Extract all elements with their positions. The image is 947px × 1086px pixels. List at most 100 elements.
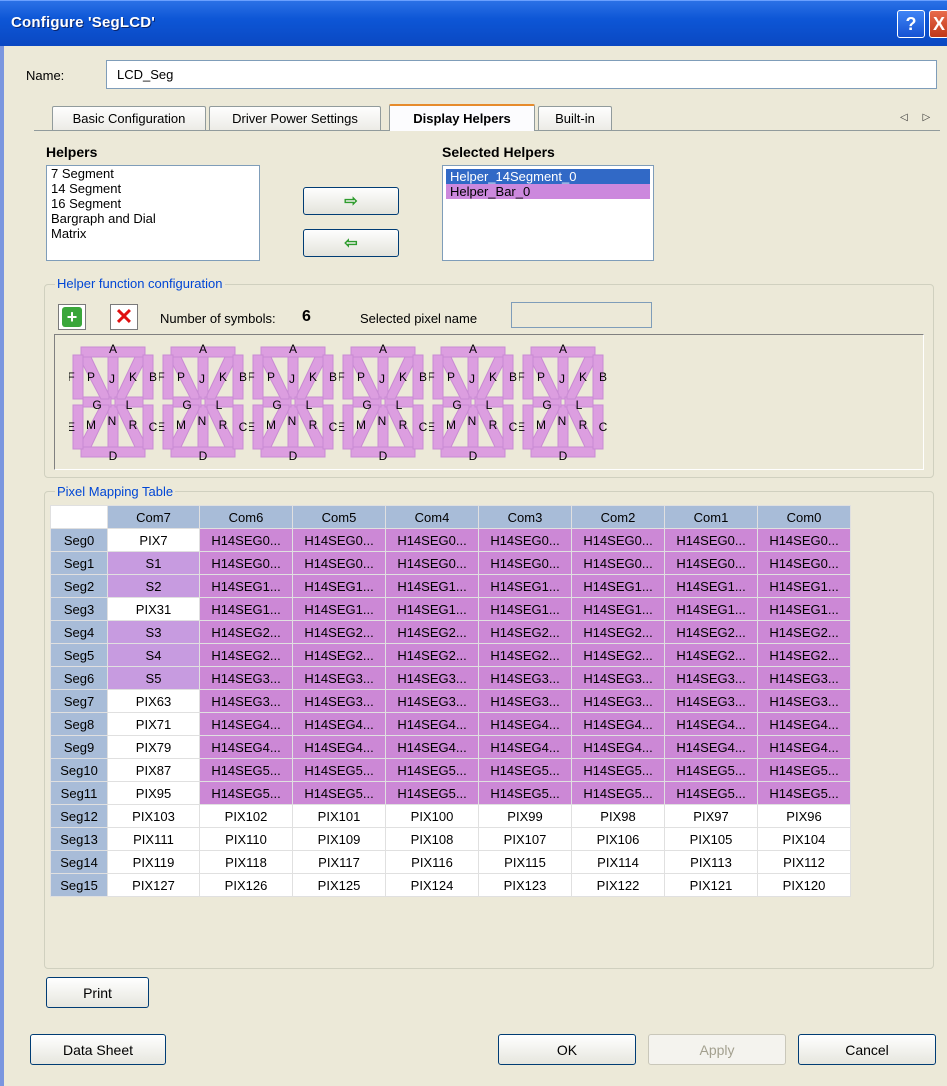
table-cell[interactable]: S4 — [107, 643, 200, 667]
table-cell[interactable]: H14SEG4... — [478, 735, 572, 759]
table-cell[interactable]: H14SEG5... — [571, 781, 665, 805]
table-cell[interactable]: PIX121 — [664, 873, 758, 897]
table-cell[interactable]: H14SEG4... — [199, 712, 293, 736]
list-item[interactable]: Matrix — [47, 226, 259, 241]
table-cell[interactable]: H14SEG5... — [292, 758, 386, 782]
table-cell[interactable]: PIX122 — [571, 873, 665, 897]
table-cell[interactable]: H14SEG1... — [292, 574, 386, 598]
table-cell[interactable]: H14SEG4... — [199, 735, 293, 759]
row-header[interactable]: Seg5 — [50, 643, 108, 667]
table-cell[interactable]: H14SEG1... — [757, 597, 851, 621]
table-cell[interactable]: H14SEG0... — [478, 551, 572, 575]
table-cell[interactable]: H14SEG5... — [478, 758, 572, 782]
tab-basic-configuration[interactable]: Basic Configuration — [52, 106, 206, 130]
column-header[interactable]: Com5 — [292, 505, 386, 529]
table-cell[interactable]: H14SEG3... — [757, 689, 851, 713]
list-item[interactable]: 16 Segment — [47, 196, 259, 211]
table-cell[interactable]: H14SEG4... — [292, 735, 386, 759]
table-cell[interactable]: H14SEG2... — [292, 620, 386, 644]
row-header[interactable]: Seg13 — [50, 827, 108, 851]
list-item[interactable]: Bargraph and Dial — [47, 211, 259, 226]
table-cell[interactable]: H14SEG4... — [292, 712, 386, 736]
table-cell[interactable]: H14SEG4... — [571, 735, 665, 759]
table-cell[interactable]: PIX116 — [385, 850, 479, 874]
list-item[interactable]: Helper_Bar_0 — [446, 184, 650, 199]
table-cell[interactable]: H14SEG3... — [199, 666, 293, 690]
table-cell[interactable]: H14SEG4... — [757, 712, 851, 736]
table-cell[interactable]: H14SEG0... — [385, 528, 479, 552]
ok-button[interactable]: OK — [498, 1034, 636, 1065]
row-header[interactable]: Seg6 — [50, 666, 108, 690]
table-cell[interactable]: H14SEG1... — [664, 574, 758, 598]
table-cell[interactable]: PIX125 — [292, 873, 386, 897]
table-cell[interactable]: PIX118 — [199, 850, 293, 874]
table-cell[interactable]: PIX126 — [199, 873, 293, 897]
table-cell[interactable]: H14SEG2... — [478, 643, 572, 667]
table-cell[interactable]: H14SEG2... — [385, 643, 479, 667]
table-cell[interactable]: PIX111 — [107, 827, 200, 851]
table-cell[interactable]: PIX7 — [107, 528, 200, 552]
table-cell[interactable]: H14SEG2... — [571, 620, 665, 644]
row-header[interactable]: Seg9 — [50, 735, 108, 759]
tab-scroll-arrows-icon[interactable]: ◁ ▷ — [900, 112, 936, 123]
table-cell[interactable]: H14SEG1... — [385, 597, 479, 621]
table-cell[interactable]: H14SEG5... — [478, 781, 572, 805]
row-header[interactable]: Seg1 — [50, 551, 108, 575]
list-item[interactable]: Helper_14Segment_0 — [446, 169, 650, 184]
table-cell[interactable]: H14SEG0... — [385, 551, 479, 575]
remove-helper-button[interactable]: ⇦ — [303, 229, 399, 257]
table-cell[interactable]: H14SEG3... — [757, 666, 851, 690]
row-header[interactable]: Seg7 — [50, 689, 108, 713]
row-header[interactable]: Seg3 — [50, 597, 108, 621]
table-cell[interactable]: H14SEG1... — [664, 597, 758, 621]
table-cell[interactable]: PIX98 — [571, 804, 665, 828]
table-cell[interactable]: PIX123 — [478, 873, 572, 897]
segment-symbol[interactable]: A D F B E C P J K G L M N R — [69, 341, 157, 463]
table-cell[interactable]: H14SEG1... — [385, 574, 479, 598]
table-cell[interactable]: H14SEG3... — [199, 689, 293, 713]
table-cell[interactable]: S2 — [107, 574, 200, 598]
table-cell[interactable]: H14SEG0... — [664, 551, 758, 575]
table-cell[interactable]: PIX108 — [385, 827, 479, 851]
table-cell[interactable]: PIX113 — [664, 850, 758, 874]
tab-driver-power-settings[interactable]: Driver Power Settings — [209, 106, 381, 130]
table-cell[interactable]: H14SEG4... — [478, 712, 572, 736]
column-header[interactable]: Com0 — [757, 505, 851, 529]
row-header[interactable]: Seg11 — [50, 781, 108, 805]
table-cell[interactable]: H14SEG0... — [292, 551, 386, 575]
table-cell[interactable]: PIX115 — [478, 850, 572, 874]
table-cell[interactable]: H14SEG2... — [292, 643, 386, 667]
table-cell[interactable]: H14SEG0... — [478, 528, 572, 552]
table-cell[interactable]: PIX114 — [571, 850, 665, 874]
table-cell[interactable]: PIX96 — [757, 804, 851, 828]
table-cell[interactable]: H14SEG3... — [571, 689, 665, 713]
table-cell[interactable]: H14SEG1... — [571, 597, 665, 621]
table-cell[interactable]: H14SEG5... — [664, 758, 758, 782]
data-sheet-button[interactable]: Data Sheet — [30, 1034, 166, 1065]
table-cell[interactable]: H14SEG0... — [199, 528, 293, 552]
list-item[interactable]: 14 Segment — [47, 181, 259, 196]
table-cell[interactable]: H14SEG3... — [664, 689, 758, 713]
table-cell[interactable]: PIX127 — [107, 873, 200, 897]
table-cell[interactable]: PIX95 — [107, 781, 200, 805]
segment-symbol[interactable]: A D F B E C P J K G L M N R — [519, 341, 607, 463]
table-cell[interactable]: H14SEG0... — [757, 551, 851, 575]
table-cell[interactable]: H14SEG3... — [571, 666, 665, 690]
table-cell[interactable]: H14SEG1... — [478, 574, 572, 598]
table-cell[interactable]: PIX106 — [571, 827, 665, 851]
table-cell[interactable]: S1 — [107, 551, 200, 575]
table-cell[interactable]: H14SEG5... — [199, 781, 293, 805]
table-cell[interactable]: H14SEG3... — [385, 666, 479, 690]
column-header[interactable]: Com7 — [107, 505, 200, 529]
cancel-button[interactable]: Cancel — [798, 1034, 936, 1065]
table-cell[interactable]: H14SEG3... — [478, 666, 572, 690]
row-header[interactable]: Seg4 — [50, 620, 108, 644]
table-cell[interactable]: PIX105 — [664, 827, 758, 851]
selected-pixel-input[interactable] — [511, 302, 652, 328]
table-cell[interactable]: H14SEG5... — [757, 781, 851, 805]
table-cell[interactable]: H14SEG4... — [664, 712, 758, 736]
row-header[interactable]: Seg2 — [50, 574, 108, 598]
table-cell[interactable]: H14SEG1... — [199, 597, 293, 621]
row-header[interactable]: Seg8 — [50, 712, 108, 736]
table-cell[interactable]: PIX104 — [757, 827, 851, 851]
